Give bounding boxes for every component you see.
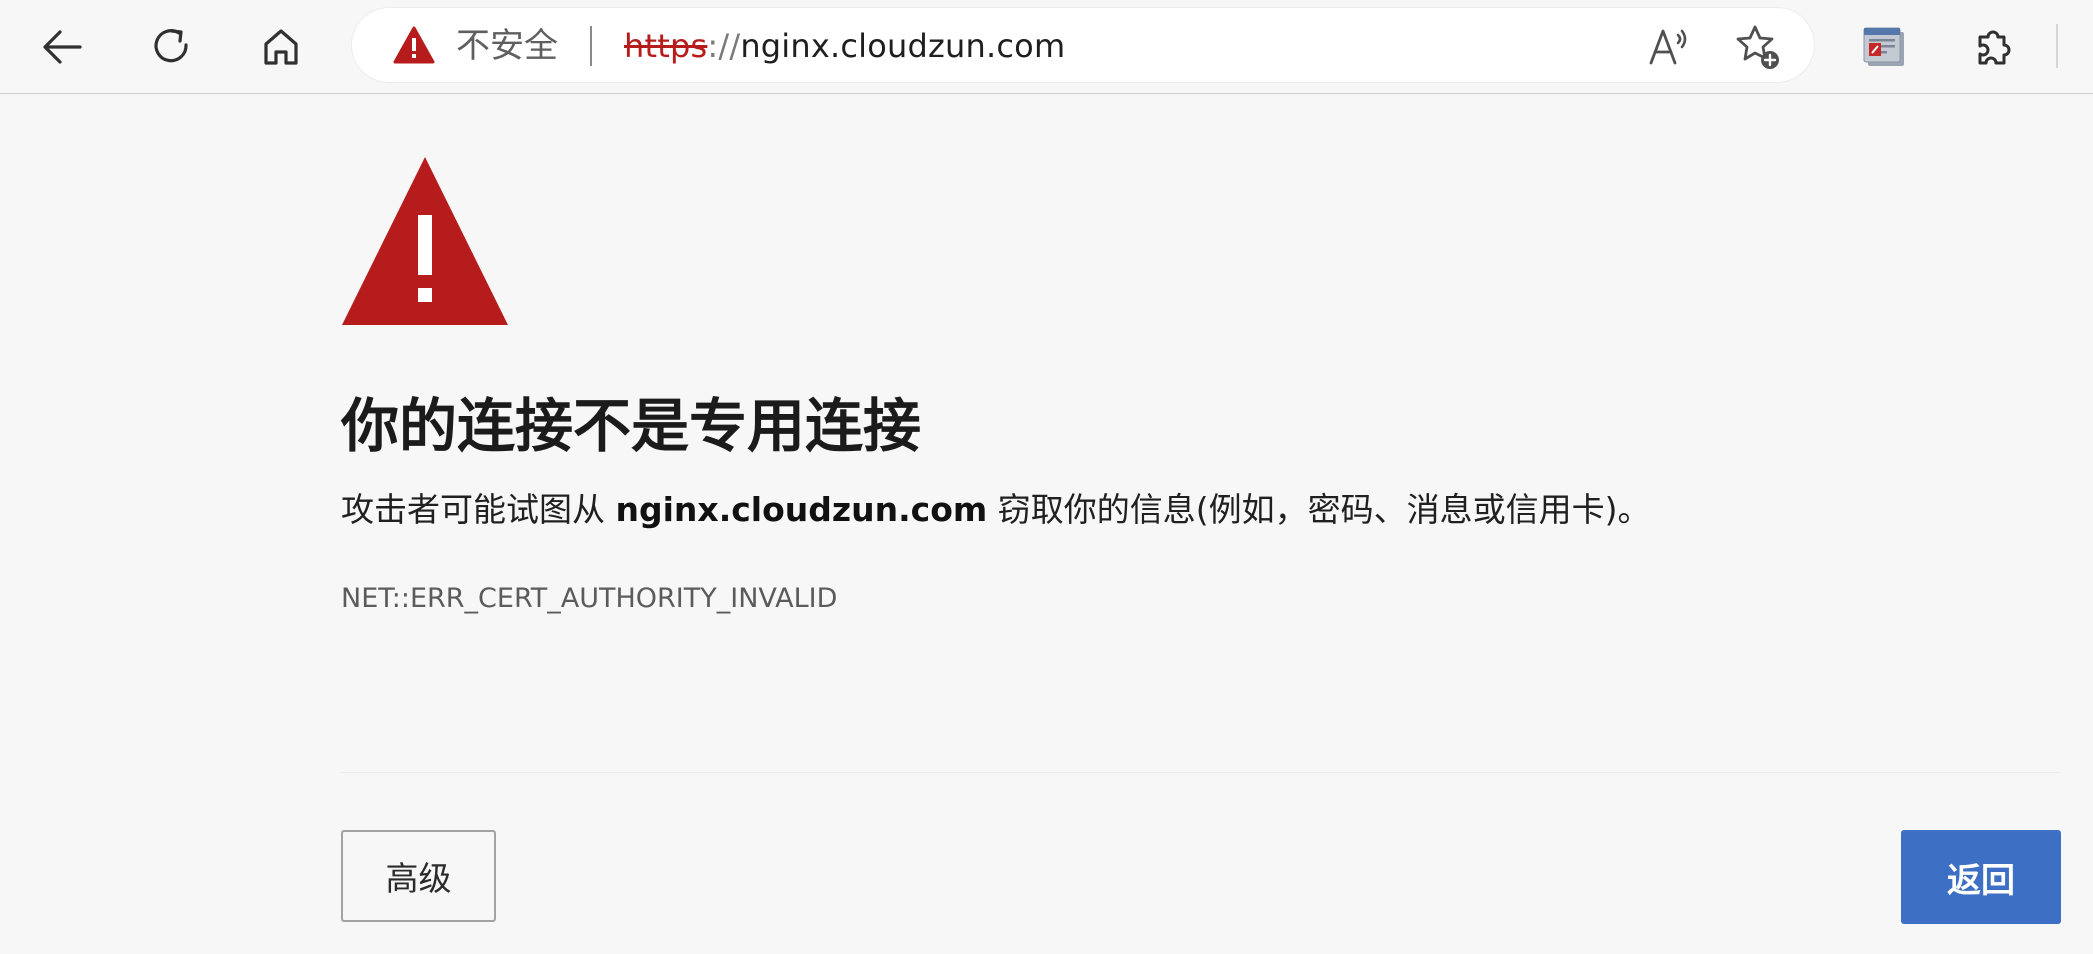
divider — [341, 772, 2060, 773]
warning-triangle-icon[interactable] — [393, 26, 435, 68]
address-bar[interactable] — [352, 8, 1814, 82]
warning-message: 攻击者可能试图从 nginx.cloudzun.com 窃取你的信息(例如，密码… — [341, 486, 1651, 534]
toolbar-separator — [2056, 24, 2058, 68]
address-divider — [590, 26, 592, 66]
refresh-button[interactable] — [136, 11, 208, 83]
url-text[interactable]: https://nginx.cloudzun.com — [624, 22, 1065, 70]
puzzle-piece-icon — [1978, 30, 2011, 65]
back-button[interactable] — [26, 11, 98, 83]
url-separator: :// — [707, 27, 741, 65]
message-suffix: 窃取你的信息(例如，密码、消息或信用卡)。 — [987, 490, 1651, 529]
back-to-safety-button[interactable]: 返回 — [1901, 830, 2061, 924]
extension-app-icon — [1863, 27, 1904, 66]
not-secure-label[interactable]: 不安全 — [456, 22, 558, 70]
url-host: nginx.cloudzun.com — [740, 27, 1066, 65]
extension-app-button[interactable] — [1848, 11, 1920, 83]
home-button[interactable] — [245, 11, 317, 83]
add-favorite-icon — [1736, 25, 1779, 69]
read-aloud-button[interactable] — [1632, 11, 1704, 83]
message-host: nginx.cloudzun.com — [615, 490, 988, 529]
browser-toolbar: 不安全 https://nginx.cloudzun.com — [0, 0, 2093, 94]
extensions-button[interactable] — [1958, 11, 2030, 83]
add-favorite-button[interactable] — [1722, 11, 1794, 83]
advanced-button[interactable]: 高级 — [341, 830, 496, 922]
page-title: 你的连接不是专用连接 — [341, 392, 922, 460]
error-code: NET::ERR_CERT_AUTHORITY_INVALID — [341, 583, 838, 614]
refresh-icon — [154, 29, 188, 63]
message-prefix: 攻击者可能试图从 — [341, 490, 616, 529]
warning-triangle-icon — [340, 155, 510, 330]
arrow-left-icon — [43, 30, 82, 64]
url-scheme: https — [624, 27, 708, 65]
read-aloud-icon — [1649, 29, 1687, 65]
home-icon — [264, 29, 298, 65]
